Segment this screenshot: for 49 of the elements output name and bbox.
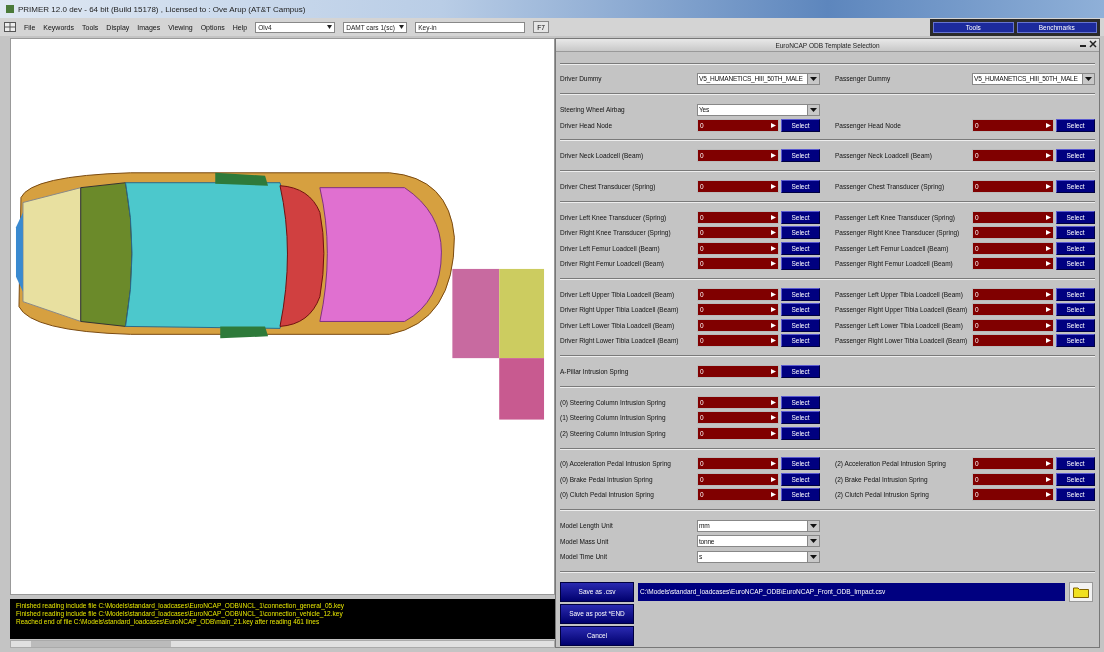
arrow-icon — [1046, 230, 1051, 236]
arrow-icon — [771, 153, 776, 159]
graphics-viewport[interactable] — [10, 38, 555, 595]
close-icon[interactable] — [1089, 40, 1097, 48]
caret-icon[interactable] — [807, 520, 819, 531]
caret-icon — [399, 25, 405, 29]
caret-icon[interactable] — [807, 536, 819, 547]
arrow-icon — [771, 461, 776, 467]
arrow-icon — [771, 476, 776, 482]
browse-button[interactable] — [1069, 581, 1093, 602]
arrow-icon — [771, 214, 776, 220]
arrow-icon — [771, 338, 776, 344]
arrow-icon — [771, 261, 776, 267]
arrow-icon — [771, 369, 776, 375]
arrow-icon — [771, 415, 776, 421]
arrow-icon — [771, 230, 776, 236]
arrow-icon — [1046, 245, 1051, 251]
arrow-icon — [1046, 307, 1051, 313]
arrow-icon — [771, 291, 776, 297]
arrow-icon — [1046, 214, 1051, 220]
arrow-icon — [771, 307, 776, 313]
arrow-icon — [1046, 461, 1051, 467]
arrow-icon — [1046, 476, 1051, 482]
legend-swatch — [499, 358, 545, 420]
caret-icon[interactable] — [807, 73, 819, 84]
arrow-icon — [771, 399, 776, 405]
arrow-icon — [1046, 184, 1051, 189]
arrow-icon — [771, 322, 776, 328]
arrow-icon — [1046, 322, 1051, 328]
window-title: PRIMER 12.0 dev - 64 bit (Build 15178) , Licensed to : Ove Arup (AT&T Campus) — [18, 4, 306, 14]
caret-icon[interactable] — [1082, 73, 1094, 84]
grid-icon[interactable] — [4, 22, 16, 32]
arrow-icon — [1046, 153, 1051, 159]
arrow-icon — [1046, 261, 1051, 267]
arrow-icon — [1046, 492, 1051, 498]
caret-icon[interactable] — [807, 104, 819, 115]
arrow-icon — [1046, 338, 1051, 344]
arrow-icon — [771, 245, 776, 251]
horizontal-scrollbar[interactable] — [10, 640, 555, 648]
caret-icon — [327, 25, 333, 29]
arrow-icon — [771, 492, 776, 498]
arrow-icon — [1046, 122, 1051, 128]
arrow-icon — [771, 122, 776, 128]
arrow-icon — [1046, 291, 1051, 297]
caret-icon[interactable] — [807, 551, 819, 562]
app-icon — [6, 5, 14, 13]
arrow-icon — [771, 430, 776, 436]
arrow-icon — [771, 184, 776, 189]
folder-icon — [1073, 585, 1089, 598]
